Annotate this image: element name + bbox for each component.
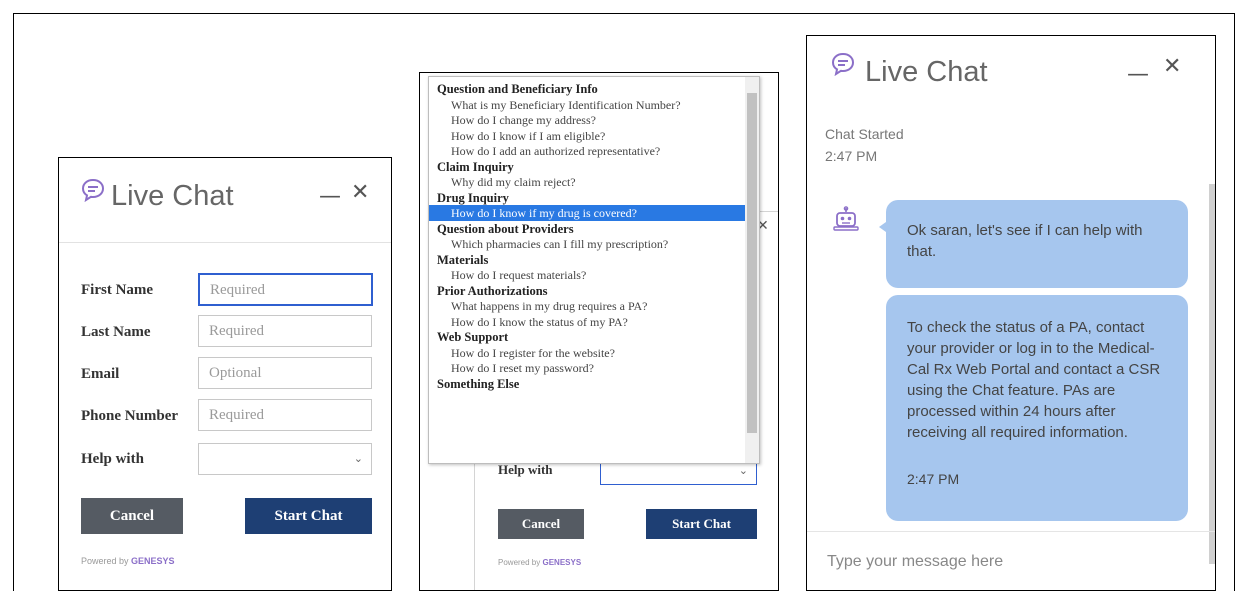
first-name-label: First Name xyxy=(81,282,154,298)
powered-by: Powered by GENESYS xyxy=(498,558,581,567)
chat-bubble-icon xyxy=(831,52,855,76)
chevron-down-icon: ⌄ xyxy=(353,453,363,465)
dropdown-option[interactable]: How do I change my address? xyxy=(429,112,759,128)
live-chat-form-panel: Live Chat — ✕ First Name Required Last N… xyxy=(58,157,392,591)
bot-message-bubble: To check the status of a PA, contact you… xyxy=(886,295,1188,521)
dropdown-option[interactable]: What is my Beneficiary Identification Nu… xyxy=(429,97,759,113)
minimize-button[interactable]: — xyxy=(319,184,341,209)
chat-title: Live Chat xyxy=(865,56,988,88)
dropdown-group-header: Claim Inquiry xyxy=(437,159,514,174)
genesys-logo: GENESYS xyxy=(131,556,175,566)
bot-avatar-icon xyxy=(833,206,859,231)
chat-started-label: Chat Started xyxy=(825,126,904,142)
last-name-input[interactable]: Required xyxy=(198,315,372,347)
start-chat-button[interactable]: Start Chat xyxy=(646,509,757,539)
dropdown-option[interactable]: How do I add an authorized representativ… xyxy=(429,143,759,159)
dropdown-group-header: Question about Providers xyxy=(437,221,574,236)
help-with-label: Help with xyxy=(498,462,553,477)
help-with-select[interactable]: ⌄ xyxy=(198,443,372,475)
help-topic-dropdown-panel: ✕ Help with ⌄ Cancel Start Chat Powered … xyxy=(419,72,779,591)
bot-message-bubble: Ok saran, let's see if I can help with t… xyxy=(886,200,1188,288)
dropdown-scrollbar[interactable] xyxy=(745,77,759,463)
chat-started-time: 2:47 PM xyxy=(825,148,878,164)
bot-message-text: To check the status of a PA, contact you… xyxy=(907,319,1161,441)
email-label: Email xyxy=(81,366,120,382)
dropdown-group-header: Prior Authorizations xyxy=(437,283,548,298)
powered-by-text: Powered by xyxy=(81,556,129,566)
divider xyxy=(807,531,1215,532)
minimize-button[interactable]: — xyxy=(1127,62,1149,87)
genesys-logo: GENESYS xyxy=(542,558,582,567)
bubble-tail xyxy=(879,222,886,232)
help-topic-dropdown-list[interactable]: Question and Beneficiary Info What is my … xyxy=(428,76,760,464)
help-with-label: Help with xyxy=(81,451,144,467)
powered-by-text: Powered by xyxy=(498,558,541,567)
cancel-button[interactable]: Cancel xyxy=(81,498,183,534)
dropdown-option[interactable]: How do I register for the website? xyxy=(429,345,759,361)
chat-header: Live Chat — ✕ xyxy=(59,158,391,243)
chat-title: Live Chat xyxy=(111,180,234,212)
dropdown-option[interactable]: Which pharmacies can I fill my prescript… xyxy=(429,236,759,252)
phone-number-input[interactable]: Required xyxy=(198,399,372,431)
cancel-button[interactable]: Cancel xyxy=(498,509,584,539)
dropdown-group-header: Materials xyxy=(437,252,489,267)
dropdown-option[interactable]: How do I know if my drug is covered? xyxy=(429,205,759,221)
message-time: 2:47 PM xyxy=(907,471,960,487)
close-button[interactable]: ✕ xyxy=(1163,54,1181,79)
dropdown-option[interactable]: How do I request materials? xyxy=(429,267,759,283)
first-name-input[interactable]: Required xyxy=(198,273,373,306)
bot-message-text: Ok saran, let's see if I can help with t… xyxy=(907,222,1143,260)
close-button[interactable]: ✕ xyxy=(351,180,369,205)
dropdown-group-header: Question and Beneficiary Info xyxy=(437,82,598,96)
dropdown-group-header: Drug Inquiry xyxy=(437,190,509,205)
dropdown-option[interactable]: How do I know if I am eligible? xyxy=(429,128,759,144)
powered-by: Powered by GENESYS xyxy=(81,556,175,566)
phone-number-label: Phone Number xyxy=(81,408,179,424)
dropdown-option[interactable]: How do I know the status of my PA? xyxy=(429,314,759,330)
last-name-label: Last Name xyxy=(81,324,151,340)
email-input[interactable]: Optional xyxy=(198,357,372,389)
dropdown-option[interactable]: What happens in my drug requires a PA? xyxy=(429,298,759,314)
dropdown-option[interactable]: How do I reset my password? xyxy=(429,360,759,376)
dropdown-option[interactable]: Why did my claim reject? xyxy=(429,174,759,190)
message-input[interactable]: Type your message here xyxy=(827,553,1003,571)
live-chat-conversation-panel: Live Chat — ✕ Chat Started 2:47 PM Ok sa… xyxy=(806,35,1216,591)
dropdown-group-header: Web Support xyxy=(437,330,509,344)
dropdown-group-header: Something Else xyxy=(437,376,520,391)
dropdown-scroll-thumb[interactable] xyxy=(747,93,757,433)
chat-scrollbar[interactable] xyxy=(1209,184,1215,564)
start-chat-button[interactable]: Start Chat xyxy=(245,498,372,534)
chat-bubble-icon xyxy=(81,178,105,202)
